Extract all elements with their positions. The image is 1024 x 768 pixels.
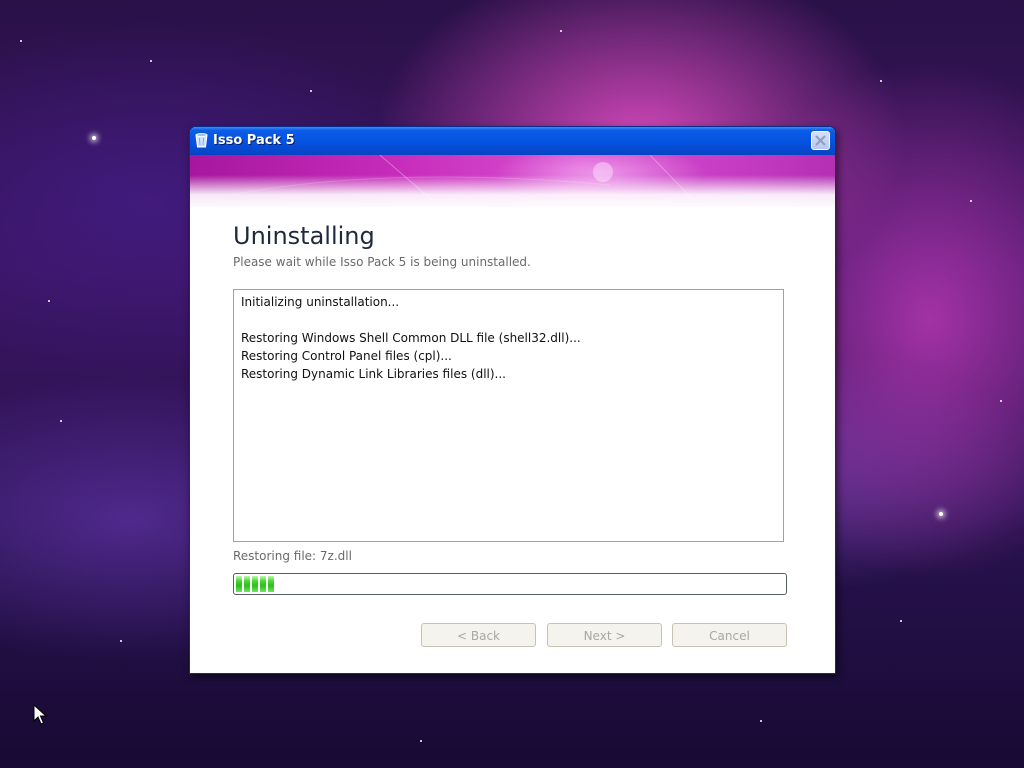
star (150, 60, 152, 62)
star (60, 420, 62, 422)
page-subheading: Please wait while Isso Pack 5 is being u… (233, 255, 531, 269)
star (900, 620, 902, 622)
star (20, 40, 22, 42)
star (939, 512, 943, 516)
page-heading: Uninstalling (233, 222, 375, 250)
star (560, 30, 562, 32)
progress-block (252, 576, 258, 592)
progress-block (244, 576, 250, 592)
close-icon (815, 135, 826, 146)
star (760, 720, 762, 722)
star (1000, 400, 1002, 402)
star (310, 90, 312, 92)
star (420, 740, 422, 742)
star (970, 200, 972, 202)
uninstall-log[interactable]: Initializing uninstallation... Restoring… (233, 289, 784, 542)
log-line: Restoring Dynamic Link Libraries files (… (241, 367, 506, 381)
back-button[interactable]: < Back (421, 623, 536, 647)
next-button[interactable]: Next > (547, 623, 662, 647)
mouse-pointer-icon (33, 703, 48, 730)
installer-window: Isso Pack 5 Uninstalling Please wait whi… (189, 126, 836, 674)
window-title: Isso Pack 5 (213, 133, 295, 148)
log-line: Initializing uninstallation... (241, 295, 400, 309)
recycle-bin-icon (195, 133, 208, 148)
star (48, 300, 50, 302)
progress-block (236, 576, 242, 592)
star (120, 640, 122, 642)
close-button[interactable] (811, 131, 830, 150)
log-line: Restoring Windows Shell Common DLL file … (241, 331, 581, 345)
banner-fade (190, 175, 835, 211)
progress-bar (233, 573, 787, 595)
star (92, 136, 96, 140)
progress-fill (236, 576, 784, 592)
star (880, 80, 882, 82)
progress-block (268, 576, 274, 592)
progress-block (260, 576, 266, 592)
cancel-button[interactable]: Cancel (672, 623, 787, 647)
status-text: Restoring file: 7z.dll (233, 549, 352, 563)
title-bar[interactable]: Isso Pack 5 (190, 127, 835, 155)
desktop: Isso Pack 5 Uninstalling Please wait whi… (0, 0, 1024, 768)
log-line: Restoring Control Panel files (cpl)... (241, 349, 452, 363)
